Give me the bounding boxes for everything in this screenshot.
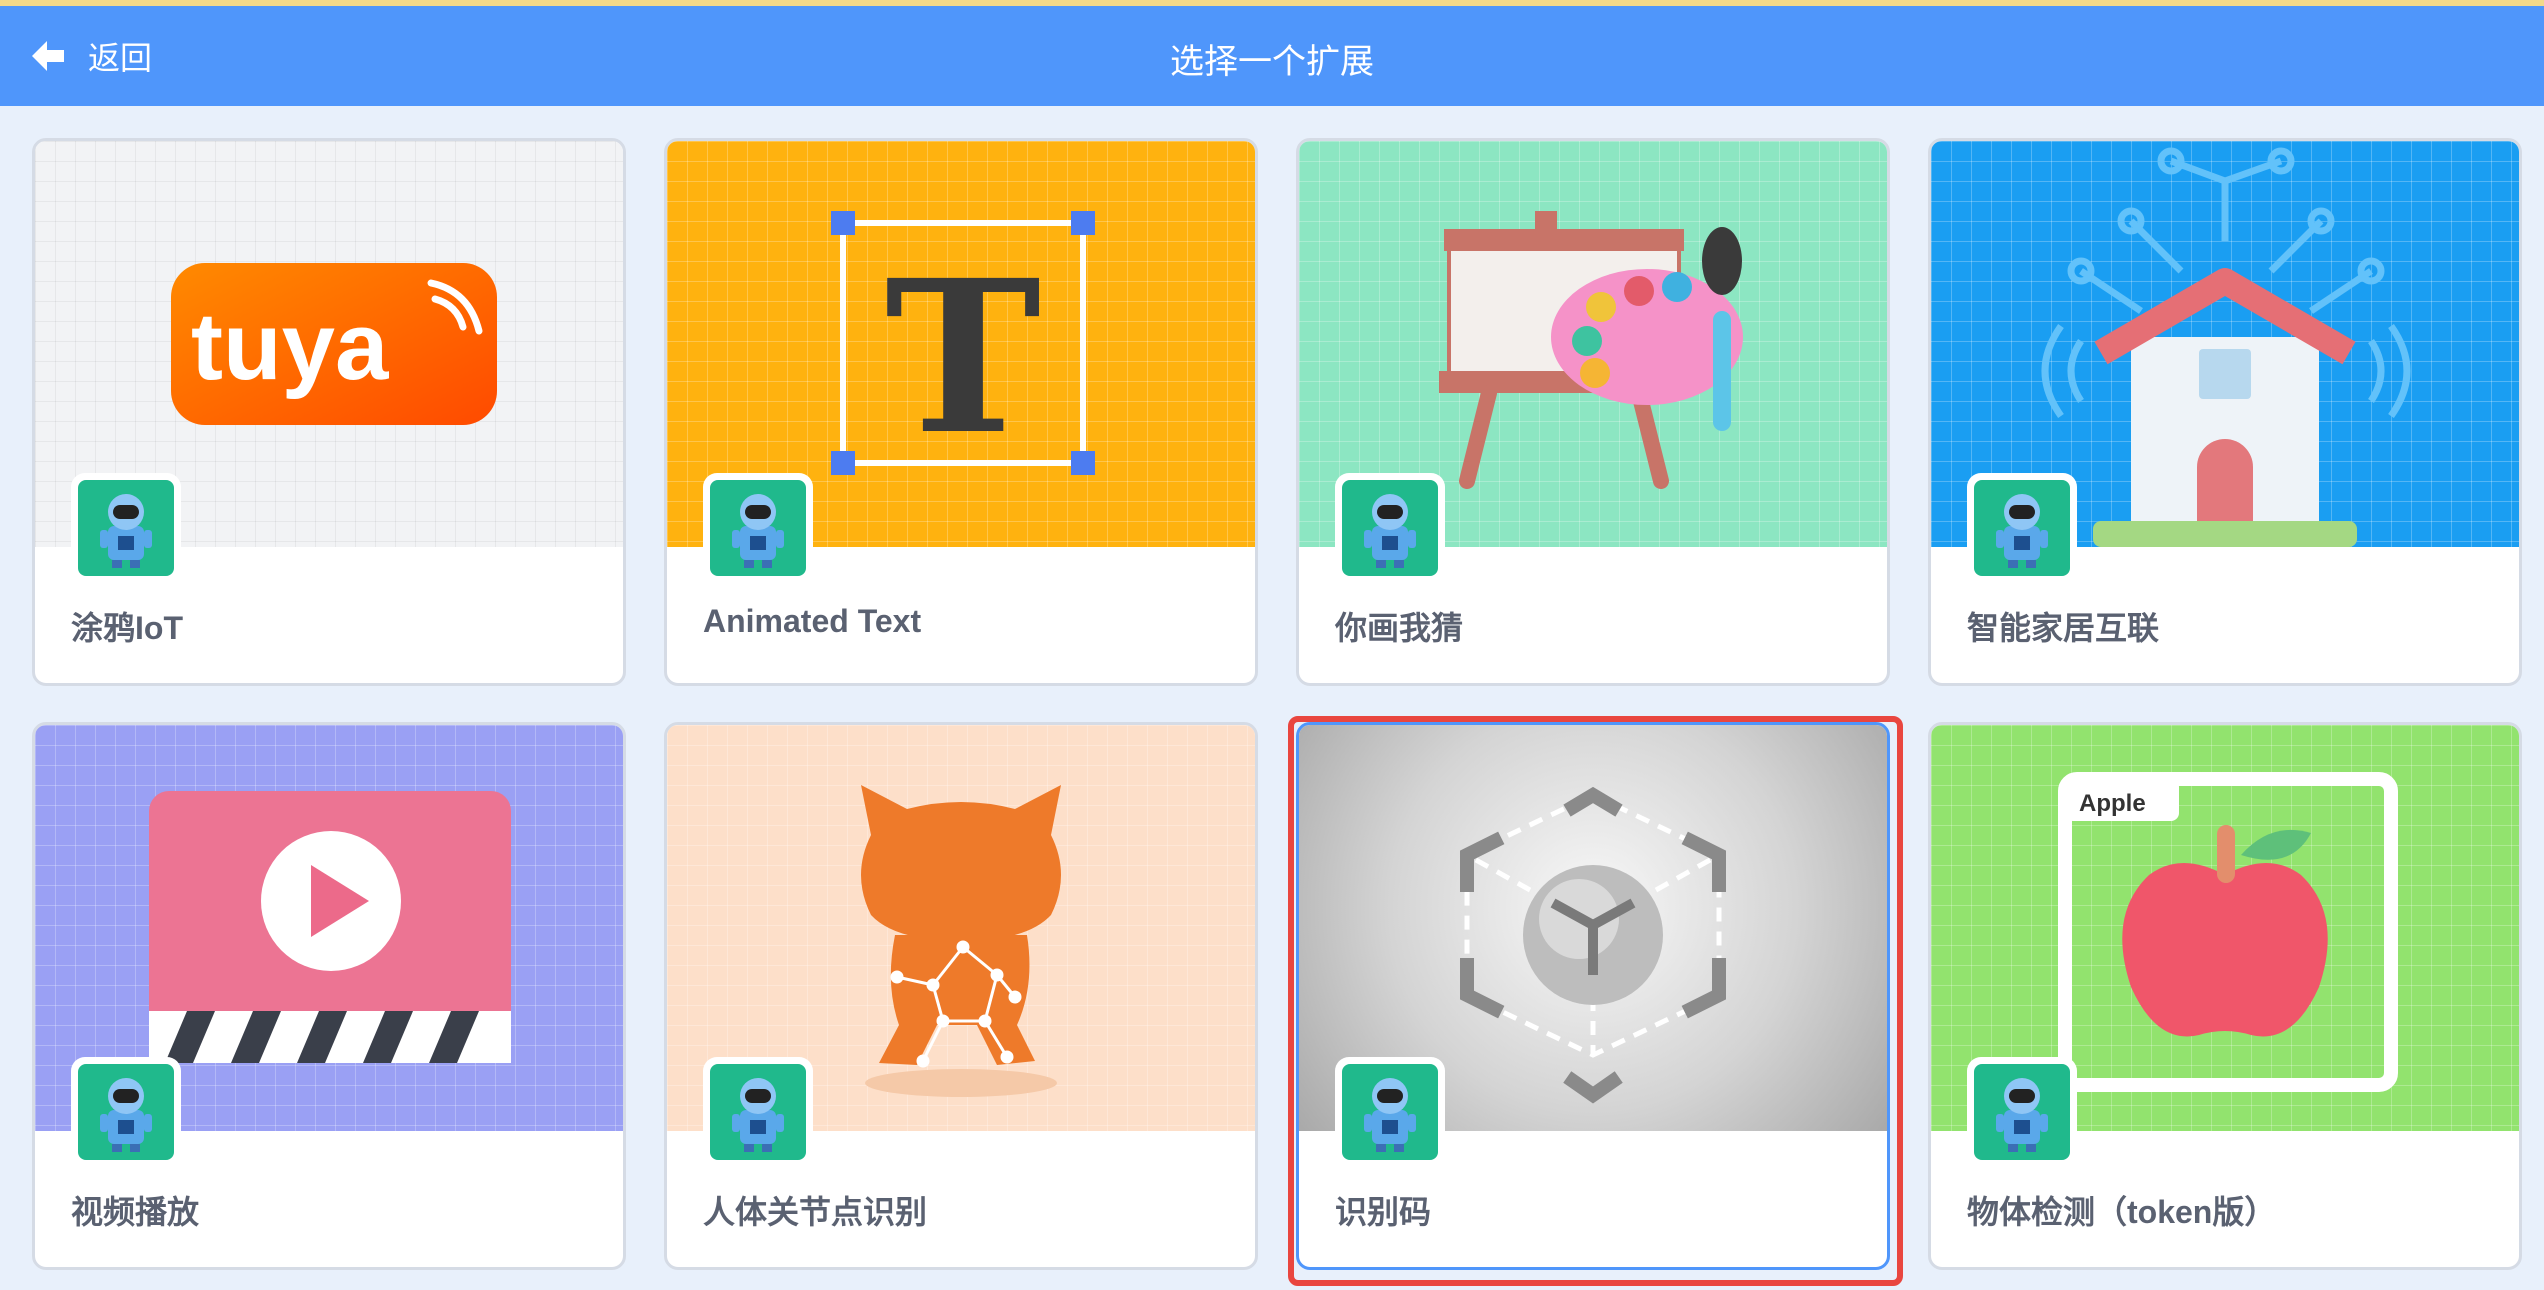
page-title: 选择一个扩展 xyxy=(1170,43,1374,81)
extension-badge xyxy=(1967,473,2077,583)
detection-tag: Apple xyxy=(2079,790,2146,817)
tuya-logo-text: tuya xyxy=(191,293,389,400)
robot-icon xyxy=(732,1078,784,1152)
text-glyph: T xyxy=(885,234,1041,481)
extension-grid: tuya 涂鸦IoT T Animated Text 你画我猜 智能家居互联 视… xyxy=(32,138,2532,1290)
extension-label: 识别码 xyxy=(1335,1194,1432,1230)
robot-icon xyxy=(1364,494,1416,568)
extension-card-pose-detection[interactable]: 人体关节点识别 xyxy=(664,722,1258,1270)
extension-label: Animated Text xyxy=(703,603,922,639)
extension-label: 物体检测（token版） xyxy=(1967,1194,2277,1230)
extension-label: 视频播放 xyxy=(71,1194,200,1230)
extension-badge xyxy=(1335,1057,1445,1167)
extension-card-draw-guess[interactable]: 你画我猜 xyxy=(1296,138,1890,686)
extension-card-tuya-iot[interactable]: tuya 涂鸦IoT xyxy=(32,138,626,686)
header-bar: 返回 选择一个扩展 xyxy=(0,6,2544,106)
extension-label: 涂鸦IoT xyxy=(71,610,183,646)
extension-badge xyxy=(1967,1057,2077,1167)
extension-label: 智能家居互联 xyxy=(1967,610,2160,646)
robot-icon xyxy=(1996,494,2048,568)
extension-card-recognition-code[interactable]: 识别码 xyxy=(1296,722,1890,1270)
robot-icon xyxy=(732,494,784,568)
extension-badge xyxy=(71,473,181,583)
extension-badge xyxy=(71,1057,181,1167)
extension-badge xyxy=(703,473,813,583)
extension-badge xyxy=(1335,473,1445,583)
extension-card-video-playback[interactable]: 视频播放 xyxy=(32,722,626,1270)
extension-card-smart-home[interactable]: 智能家居互联 xyxy=(1928,138,2522,686)
robot-icon xyxy=(1996,1078,2048,1152)
extension-label: 人体关节点识别 xyxy=(703,1194,928,1230)
robot-icon xyxy=(100,494,152,568)
robot-icon xyxy=(1364,1078,1416,1152)
extension-badge xyxy=(703,1057,813,1167)
extension-label: 你画我猜 xyxy=(1335,610,1464,646)
extension-card-animated-text[interactable]: T Animated Text xyxy=(664,138,1258,686)
extension-card-object-detection[interactable]: Apple 物体检测（token版） xyxy=(1928,722,2522,1270)
robot-icon xyxy=(100,1078,152,1152)
